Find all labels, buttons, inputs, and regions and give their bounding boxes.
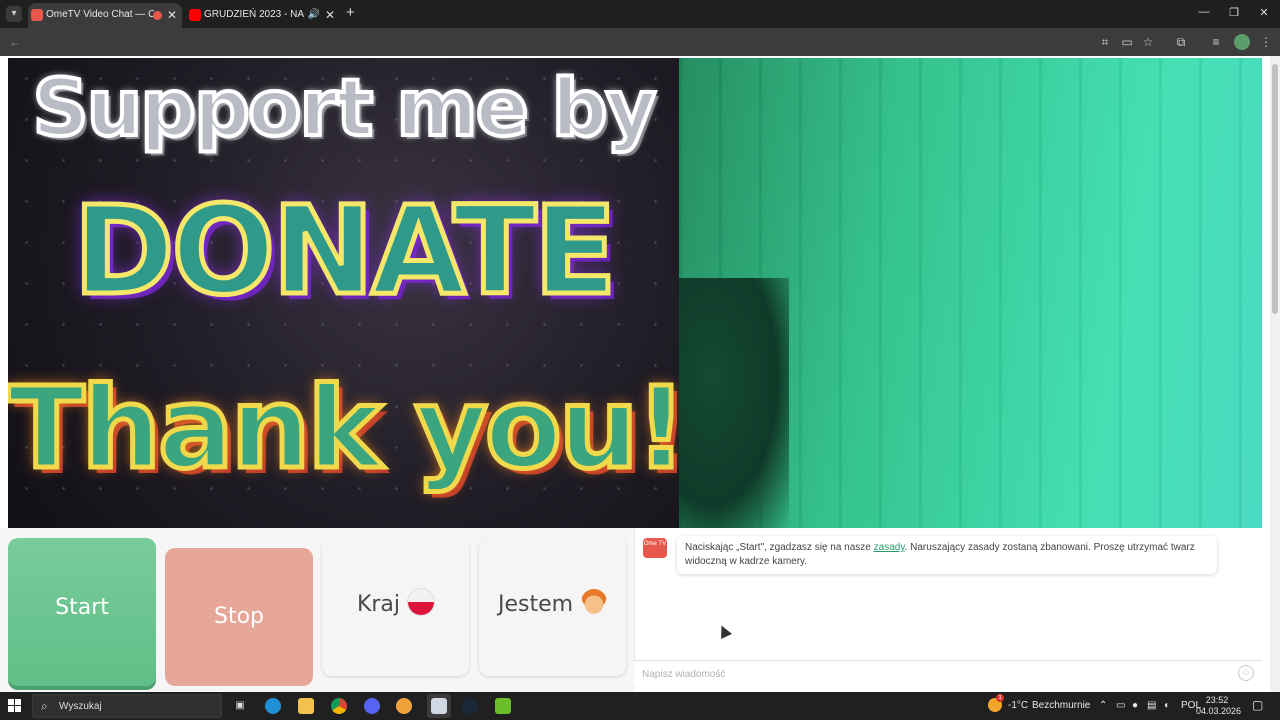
boy-emoji-icon (581, 589, 608, 615)
ometv-favicon-icon (31, 9, 43, 21)
clock-time: 23:52 (1205, 695, 1229, 705)
plus-icon[interactable]: + (346, 5, 355, 21)
notifications-icon[interactable]: ▢ (1252, 698, 1263, 712)
country-label: Kraj (356, 592, 401, 617)
weather-text: Bezchmurnie (1032, 700, 1091, 711)
clock-date: 04.03.2026 (1196, 706, 1242, 716)
notepad-icon[interactable] (431, 698, 447, 714)
overlay-line-donate: DONATE (71, 178, 620, 325)
taskbar-search[interactable]: ⌕ Wyszukaj (32, 694, 222, 718)
restore-icon[interactable]: ❐ (1219, 6, 1249, 19)
stranger-video: Support me by DONATE Thank you! (8, 58, 679, 528)
page-scrollbar[interactable] (1270, 56, 1280, 692)
network-icon[interactable]: ▤ (1147, 700, 1156, 711)
volume-icon[interactable]: ◖ (1163, 700, 1169, 711)
back-icon[interactable]: ← (7, 34, 23, 50)
steam-icon[interactable] (462, 698, 478, 714)
youtube-favicon-icon (189, 9, 201, 21)
translate-icon[interactable]: ⌗ (1097, 34, 1113, 50)
ometv-page: Support me by DONATE Thank you! Start St… (0, 56, 1270, 692)
edge-icon[interactable] (265, 698, 281, 714)
tab-youtube[interactable]: GRUDZIEŃ 2023 - NAJLEPSZE 🔊 ✕ (186, 3, 340, 28)
windows-taskbar: ⌕ Wyszukaj ▣ 1 -1°C Bezchmurnie ⌃ ▭ ● ▤ … (0, 692, 1280, 720)
task-view-icon[interactable]: ▣ (232, 698, 248, 714)
app-icon[interactable] (396, 698, 412, 714)
country-button[interactable]: Kraj (322, 538, 469, 676)
chat-input-bar: ☺ (634, 660, 1262, 686)
minimize-icon[interactable]: — (1189, 6, 1219, 18)
scrollbar-thumb[interactable] (1272, 64, 1278, 314)
start-button[interactable]: Start (8, 538, 156, 686)
overlay-line-support: Support me by (31, 62, 659, 156)
close-tab-icon[interactable]: ✕ (167, 3, 177, 27)
close-icon[interactable]: ✕ (1249, 6, 1279, 19)
tab-title: GRUDZIEŃ 2023 - NAJLEPSZE (204, 9, 304, 20)
tab-ometv[interactable]: OmeTV Video Chat — Omegle ✕ (28, 3, 182, 28)
chrome-icon[interactable] (331, 698, 347, 714)
ometv-logo-icon: Ome TV (643, 538, 667, 558)
browser-toolbar: ← ⌗ ▭ ☆ ⧉ ≡ ⋮ (0, 28, 1280, 56)
discord-icon[interactable] (364, 698, 380, 714)
windows-start-icon[interactable] (8, 699, 22, 713)
search-icon: ⌕ (41, 699, 48, 713)
poland-flag-icon (408, 589, 435, 615)
message-input[interactable] (642, 666, 1222, 682)
green-app-icon[interactable] (495, 698, 511, 714)
own-camera-video (679, 58, 1262, 528)
chevron-up-icon[interactable]: ⌃ (1099, 700, 1107, 711)
menu-icon[interactable]: ⋮ (1258, 34, 1274, 50)
gender-button[interactable]: Jestem (479, 538, 626, 676)
profile-avatar[interactable] (1234, 34, 1250, 50)
browser-tab-bar: ▾ OmeTV Video Chat — Omegle ✕ GRUDZIEŃ 2… (0, 0, 1280, 28)
speaker-icon[interactable]: 🔊 (308, 3, 320, 27)
stop-button[interactable]: Stop (165, 548, 313, 686)
microphone-icon[interactable]: ● (1132, 700, 1138, 711)
cast-icon[interactable]: ▭ (1119, 34, 1135, 50)
media-icon[interactable]: ≡ (1208, 34, 1224, 50)
extensions-icon[interactable]: ⧉ (1173, 34, 1189, 50)
overlay-line-thanks: Thank you! (8, 362, 679, 497)
chair-silhouette (679, 278, 789, 528)
system-message: Naciskając „Start", zgadzasz się na nasz… (677, 536, 1217, 574)
display-icon[interactable]: ▭ (1116, 700, 1125, 711)
file-explorer-icon[interactable] (298, 698, 314, 714)
clock[interactable]: 23:52 04.03.2026 (1196, 695, 1242, 717)
star-icon[interactable]: ☆ (1140, 34, 1156, 50)
recording-icon (153, 11, 162, 20)
tab-title: OmeTV Video Chat — Omegle (46, 9, 154, 20)
weather-badge: 1 (996, 694, 1004, 702)
tab-search-icon[interactable]: ▾ (6, 6, 22, 22)
weather-temp: -1°C (1008, 700, 1029, 711)
rules-link[interactable]: zasady (874, 542, 905, 553)
gender-label: Jestem (497, 592, 574, 617)
search-placeholder: Wyszukaj (59, 701, 102, 712)
close-tab-icon[interactable]: ✕ (325, 3, 335, 27)
smile-icon[interactable]: ☺ (1238, 665, 1254, 681)
